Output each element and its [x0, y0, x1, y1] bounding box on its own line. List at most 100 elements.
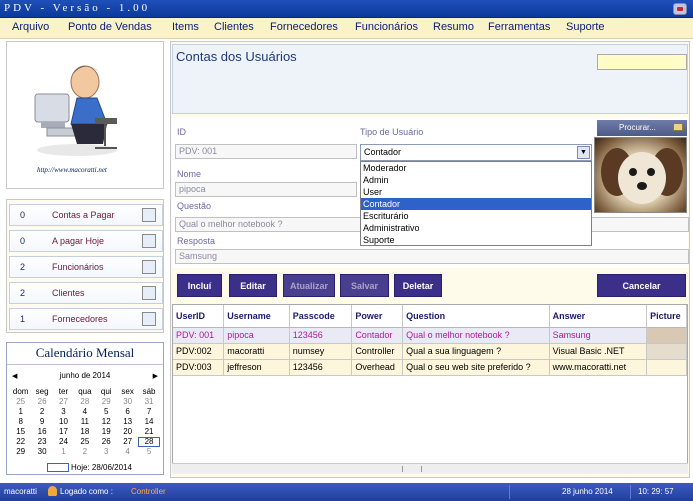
calendar-day[interactable]: 19	[96, 427, 117, 437]
calendar-day[interactable]: 30	[117, 397, 138, 407]
calendar-day[interactable]: 26	[96, 437, 117, 447]
answer-field[interactable]: Samsung	[175, 249, 689, 264]
calendar-day[interactable]: 18	[74, 427, 95, 437]
calendar-day[interactable]: 27	[117, 437, 138, 447]
calendar-day[interactable]: 22	[10, 437, 31, 447]
cell-power[interactable]: Overhead	[351, 359, 404, 376]
cell-passcode[interactable]: numsey	[289, 343, 353, 360]
cancel-button[interactable]: Cancelar	[597, 274, 686, 297]
calendar-day[interactable]: 20	[117, 427, 138, 437]
calendar-day[interactable]: 25	[74, 437, 95, 447]
calendar-day[interactable]: 9	[31, 417, 52, 427]
option-suporte[interactable]: Suporte	[361, 234, 591, 246]
option-administrativo[interactable]: Administrativo	[361, 222, 591, 234]
cell-question[interactable]: Qual a sua linguagem ?	[402, 343, 550, 360]
cell-picture[interactable]	[646, 327, 687, 344]
calendar-day[interactable]: 1	[10, 407, 31, 417]
option-user[interactable]: User	[361, 186, 591, 198]
cell-username[interactable]: macoratti	[223, 343, 290, 360]
header-field[interactable]	[597, 54, 687, 70]
calendar-day[interactable]: 29	[96, 397, 117, 407]
counter-funcionarios[interactable]: 2 Funcionários	[9, 256, 163, 278]
cell-passcode[interactable]: 123456	[289, 359, 353, 376]
calendar-day[interactable]: 8	[10, 417, 31, 427]
column-header[interactable]: Picture	[646, 305, 687, 328]
option-moderador[interactable]: Moderador	[361, 162, 591, 174]
calendar-day[interactable]: 6	[117, 407, 138, 417]
id-field[interactable]: PDV: 001	[175, 144, 357, 159]
include-button[interactable]: Incluí	[177, 274, 222, 297]
calendar-day[interactable]: 17	[53, 427, 74, 437]
menu-item-clientes[interactable]: Clientes	[214, 21, 254, 33]
menu-item-funcionarios[interactable]: Funcionários	[355, 21, 418, 33]
calendar-day[interactable]: 30	[31, 447, 52, 457]
cell-answer[interactable]: www.macoratti.net	[549, 359, 648, 376]
cell-answer[interactable]: Samsung	[549, 327, 648, 344]
column-header[interactable]: Username	[223, 305, 290, 328]
counter-contas-a-pagar[interactable]: 0 Contas a Pagar	[9, 204, 163, 226]
calendar-day[interactable]: 14	[138, 417, 159, 427]
menu-item-items[interactable]: Items	[172, 21, 199, 33]
close-icon[interactable]	[673, 3, 687, 15]
calendar-today[interactable]: Hoje: 28/06/2014	[71, 463, 132, 472]
calendar-day[interactable]: 29	[10, 447, 31, 457]
menu-item-suporte[interactable]: Suporte	[566, 21, 605, 33]
chevron-down-icon[interactable]: ▼	[577, 146, 590, 159]
cell-username[interactable]: pipoca	[223, 327, 290, 344]
calendar-day[interactable]: 31	[138, 397, 159, 407]
calendar-day[interactable]: 24	[53, 437, 74, 447]
cell-question[interactable]: Qual o seu web site preferido ?	[402, 359, 550, 376]
next-month-icon[interactable]: ▶	[153, 372, 158, 380]
counter-a-pagar-hoje[interactable]: 0 A pagar Hoje	[9, 230, 163, 252]
counter-clientes[interactable]: 2 Clientes	[9, 282, 163, 304]
calendar-day[interactable]: 26	[31, 397, 52, 407]
table-row[interactable]: PDV:003 jeffreson 123456 Overhead Qual o…	[173, 359, 687, 376]
cell-question[interactable]: Qual o melhor notebook ?	[402, 327, 550, 344]
cell-passcode[interactable]: 123456	[289, 327, 353, 344]
calendar-day[interactable]: 27	[53, 397, 74, 407]
cell-userid[interactable]: PDV:003	[173, 359, 225, 376]
calendar-day[interactable]: 13	[117, 417, 138, 427]
column-header[interactable]: Power	[351, 305, 404, 328]
table-row[interactable]: PDV:002 macoratti numsey Controller Qual…	[173, 343, 687, 360]
option-admin[interactable]: Admin	[361, 174, 591, 186]
cell-userid[interactable]: PDV:002	[173, 343, 225, 360]
cell-power[interactable]: Controller	[351, 343, 404, 360]
calendar-day[interactable]: 25	[10, 397, 31, 407]
calendar-day[interactable]: 10	[53, 417, 74, 427]
delete-button[interactable]: Deletar	[394, 274, 442, 297]
calendar-day[interactable]: 5	[138, 447, 159, 457]
table-row[interactable]: PDV: 001 pipoca 123456 Contador Qual o m…	[173, 327, 687, 344]
calendar-day[interactable]: 5	[96, 407, 117, 417]
calendar-day[interactable]: 28	[138, 437, 160, 447]
menu-item-fornecedores[interactable]: Fornecedores	[270, 21, 338, 33]
cell-picture[interactable]	[646, 343, 687, 360]
update-button[interactable]: Atualizar	[283, 274, 335, 297]
horizontal-scrollbar[interactable]	[172, 463, 688, 474]
calendar-day[interactable]: 2	[74, 447, 95, 457]
calendar-day[interactable]: 1	[53, 447, 74, 457]
cell-username[interactable]: jeffreson	[223, 359, 290, 376]
menu-item-resumo[interactable]: Resumo	[433, 21, 474, 33]
cell-power[interactable]: Contador	[351, 327, 404, 344]
column-header[interactable]: Question	[402, 305, 550, 328]
calendar-day[interactable]: 2	[31, 407, 52, 417]
calendar-day[interactable]: 11	[74, 417, 95, 427]
menu-item-arquivo[interactable]: Arquivo	[12, 21, 49, 33]
calendar-day[interactable]: 12	[96, 417, 117, 427]
calendar-day[interactable]: 16	[31, 427, 52, 437]
counter-fornecedores[interactable]: 1 Fornecedores	[9, 308, 163, 330]
calendar-day[interactable]: 3	[96, 447, 117, 457]
column-header[interactable]: Answer	[549, 305, 648, 328]
save-button[interactable]: Salvar	[340, 274, 389, 297]
calendar-day[interactable]: 23	[31, 437, 52, 447]
calendar-day[interactable]: 7	[138, 407, 159, 417]
option-escriturario[interactable]: Escriturário	[361, 210, 591, 222]
calendar-day[interactable]: 21	[138, 427, 159, 437]
menu-item-ponto-de-vendas[interactable]: Ponto de Vendas	[68, 21, 152, 33]
user-type-select[interactable]: Contador ▼	[360, 144, 592, 161]
calendar-day[interactable]: 3	[53, 407, 74, 417]
calendar-day[interactable]: 28	[74, 397, 95, 407]
option-contador[interactable]: Contador	[361, 198, 591, 210]
cell-answer[interactable]: Visual Basic .NET	[549, 343, 648, 360]
